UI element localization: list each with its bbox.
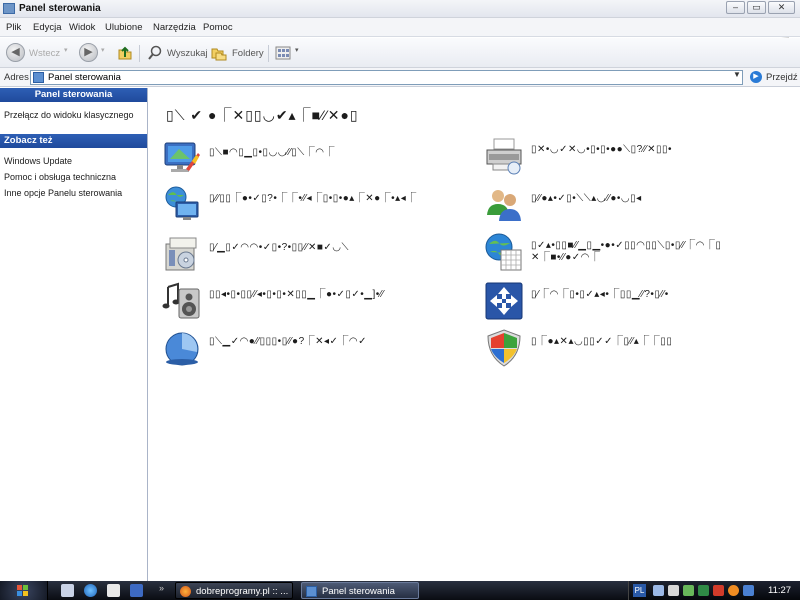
menu-view[interactable]: Widok: [69, 22, 95, 33]
tray-app-icon[interactable]: [713, 585, 724, 596]
menu-file[interactable]: Plik: [6, 22, 21, 33]
other-options-link[interactable]: Inne opcje Panelu sterowania: [0, 185, 147, 201]
security-center-icon: [487, 329, 521, 367]
start-button[interactable]: [0, 581, 48, 600]
tray-app-icon[interactable]: [698, 585, 709, 596]
window-title: Panel sterowania: [19, 3, 101, 14]
address-label: Adres: [4, 72, 29, 83]
menu-tools[interactable]: Narzędzia: [153, 22, 196, 33]
browser-icon[interactable]: [84, 584, 97, 597]
category-performance[interactable]: ▯⟍▁✓◠●⁄⁄▯▯▯•▯⁄⁄●?⎾✕◂✓⎾◠✓: [162, 328, 462, 372]
category-label[interactable]: ▯✓▴•▯▯■⁄⁄▁▯▁•●•✓▯▯◠▯▯⟍▯•▯⁄⁄⎾◠⎾▯ ✕⎾■•⁄⁄●✓…: [531, 240, 781, 264]
address-value[interactable]: Panel sterowania: [48, 72, 121, 83]
category-label[interactable]: ▯⟍▁✓◠●⁄⁄▯▯▯•▯⁄⁄●?⎾✕◂✓⎾◠✓: [209, 336, 459, 348]
menu-favorites[interactable]: Ulubione: [105, 22, 143, 33]
category-label[interactable]: ▯✕•◡✓✕◡•▯•▯•●●⟍▯?⁄⁄✕▯▯•: [531, 144, 781, 156]
forward-arrow-icon[interactable]: ▶: [79, 43, 98, 62]
help-support-link[interactable]: Pomoc i obsługa techniczna: [0, 169, 147, 185]
category-add-remove-programs[interactable]: ▯⁄▁▯✓◠◠•✓▯•?•▯▯⁄⁄✕■✓◡⟍: [162, 234, 462, 278]
back-button-label[interactable]: Wstecz: [29, 48, 60, 59]
firefox-icon: [180, 586, 191, 597]
mail-icon[interactable]: [107, 584, 120, 597]
address-dropdown-icon[interactable]: ▼: [733, 70, 741, 79]
system-tray: PL 11:27: [628, 581, 800, 600]
pane-header-control-panel: Panel sterowania: [0, 88, 147, 102]
sound-icon: [162, 282, 200, 319]
switch-to-classic-view-link[interactable]: Przełącz do widoku klasycznego: [0, 107, 147, 123]
tray-app-icon[interactable]: [653, 585, 664, 596]
control-panel-icon: [306, 586, 317, 597]
category-label[interactable]: ▯⁄⎾◠⎾▯•▯✓▴◂•⎾▯▯▁⁄⁄?•▯⁄⁄•: [531, 289, 781, 301]
up-folder-icon[interactable]: [117, 45, 133, 61]
category-label[interactable]: ▯⁄▁▯✓◠◠•✓▯•?•▯▯⁄⁄✕■✓◡⟍: [209, 242, 459, 254]
main-content: ▯⟍ ✔ ●⎾✕▯▯◡✔▴⎾■⁄⁄✕●▯ ▯⟍■◠▯▁▯•▯◡◡⁄⁄▯⟍⎾◠⎾ …: [149, 88, 800, 581]
category-appearance[interactable]: ▯⟍■◠▯▁▯•▯◡◡⁄⁄▯⟍⎾◠⎾: [162, 139, 462, 183]
language-indicator[interactable]: PL: [633, 584, 646, 597]
address-input[interactable]: Panel sterowania: [30, 70, 743, 85]
pick-category-heading: ▯⟍ ✔ ●⎾✕▯▯◡✔▴⎾■⁄⁄✕●▯: [166, 107, 359, 123]
category-security-center[interactable]: ▯⎾●▴✕▴◡▯▯✓✓⎾▯⁄⁄▴⎾⎾▯▯: [484, 328, 784, 372]
close-button[interactable]: ✕: [768, 1, 795, 14]
maximize-button[interactable]: ▭: [747, 1, 766, 14]
forward-dropdown-icon[interactable]: ▾: [101, 46, 105, 54]
task-label: dobreprogramy.pl :: ...: [196, 586, 289, 597]
taskbar-item-control-panel[interactable]: Panel sterowania: [301, 582, 419, 599]
category-sound[interactable]: ▯▯◂•▯•▯▯⁄⁄◂•▯•▯•✕▯▯▁⎾●•✓▯✓•▁]•⁄⁄: [162, 281, 462, 325]
task-pane: Panel sterowania Przełącz do widoku klas…: [0, 88, 148, 581]
user-accounts-icon: [487, 190, 521, 221]
toolbar-separator: [139, 45, 140, 62]
category-printers[interactable]: ▯✕•◡✓✕◡•▯•▯•●●⟍▯?⁄⁄✕▯▯•: [484, 136, 784, 180]
add-remove-programs-icon: [165, 237, 197, 271]
views-dropdown-icon[interactable]: ▾: [295, 46, 299, 54]
tray-app-icon[interactable]: [728, 585, 739, 596]
control-panel-icon: [3, 3, 15, 14]
toolbar: ◀ Wstecz ▾ ▶ ▾ Wyszukaj Foldery ▾: [0, 38, 800, 68]
views-icon[interactable]: [275, 45, 291, 61]
category-label[interactable]: ▯⟍■◠▯▁▯•▯◡◡⁄⁄▯⟍⎾◠⎾: [209, 147, 459, 159]
tray-app-icon[interactable]: [668, 585, 679, 596]
windows-logo-icon: [17, 585, 28, 596]
menu-edit[interactable]: Edycja: [33, 22, 62, 33]
go-arrow-icon[interactable]: ▶: [750, 71, 762, 83]
category-label[interactable]: ▯▯◂•▯•▯▯⁄⁄◂•▯•▯•✕▯▯▁⎾●•✓▯✓•▁]•⁄⁄: [209, 289, 459, 301]
performance-icon: [165, 332, 199, 366]
appearance-icon: [164, 142, 200, 172]
tray-app-icon[interactable]: [683, 585, 694, 596]
volume-icon[interactable]: [743, 585, 754, 596]
back-arrow-icon[interactable]: ◀: [6, 43, 25, 62]
category-label[interactable]: ▯⎾●▴✕▴◡▯▯✓✓⎾▯⁄⁄▴⎾⎾▯▯: [531, 336, 781, 348]
pane-header-see-also: Zobacz też: [0, 134, 147, 148]
quicklaunch-overflow-icon[interactable]: »: [159, 583, 164, 593]
task-label: Panel sterowania: [322, 586, 395, 597]
date-time-icon: [485, 233, 522, 271]
clock[interactable]: 11:27: [768, 585, 791, 596]
menu-help[interactable]: Pomoc: [203, 22, 233, 33]
toolbar-separator: [268, 45, 269, 62]
control-panel-icon: [33, 72, 44, 83]
category-user-accounts[interactable]: ▯⁄⁄●▴•✓▯•⟍⟍▴◡⁄⁄●•◡▯◂: [484, 185, 784, 229]
show-desktop-icon[interactable]: [61, 584, 74, 597]
printers-icon: [486, 138, 522, 175]
network-icon: [165, 186, 199, 220]
menu-bar: Plik Edycja Widok Ulubione Narzędzia Pom…: [0, 18, 800, 54]
search-button-label[interactable]: Wyszukaj: [167, 48, 208, 59]
back-dropdown-icon[interactable]: ▾: [64, 46, 68, 54]
category-label[interactable]: ▯⁄⁄▯▯⎾●•✓▯?•⎾⎾•⁄⁄◂⎾▯•▯•●▴⎾✕●⎾•▴◂⎾: [209, 193, 459, 205]
title-bar: Panel sterowania – ▭ ✕: [0, 0, 800, 18]
windows-update-link[interactable]: Windows Update: [0, 153, 147, 169]
go-button-label[interactable]: Przejdź: [766, 72, 798, 83]
folders-button-label[interactable]: Foldery: [232, 48, 264, 59]
category-accessibility[interactable]: ▯⁄⎾◠⎾▯•▯✓▴◂•⎾▯▯▁⁄⁄?•▯⁄⁄•: [484, 281, 784, 325]
word-processor-icon[interactable]: [130, 584, 143, 597]
taskbar: » dobreprogramy.pl :: ... Panel sterowan…: [0, 581, 800, 600]
folders-icon[interactable]: [211, 45, 227, 61]
category-date-time[interactable]: ▯✓▴•▯▯■⁄⁄▁▯▁•●•✓▯▯◠▯▯⟍▯•▯⁄⁄⎾◠⎾▯ ✕⎾■•⁄⁄●✓…: [484, 232, 784, 276]
taskbar-item-firefox[interactable]: dobreprogramy.pl :: ...: [175, 582, 293, 599]
category-label[interactable]: ▯⁄⁄●▴•✓▯•⟍⟍▴◡⁄⁄●•◡▯◂: [531, 193, 781, 205]
accessibility-icon: [485, 282, 523, 320]
address-bar: Adres Panel sterowania ▼ ▶ Przejdź: [0, 68, 800, 87]
search-icon[interactable]: [147, 45, 163, 61]
category-network[interactable]: ▯⁄⁄▯▯⎾●•✓▯?•⎾⎾•⁄⁄◂⎾▯•▯•●▴⎾✕●⎾•▴◂⎾: [162, 185, 462, 229]
minimize-button[interactable]: –: [726, 1, 745, 14]
